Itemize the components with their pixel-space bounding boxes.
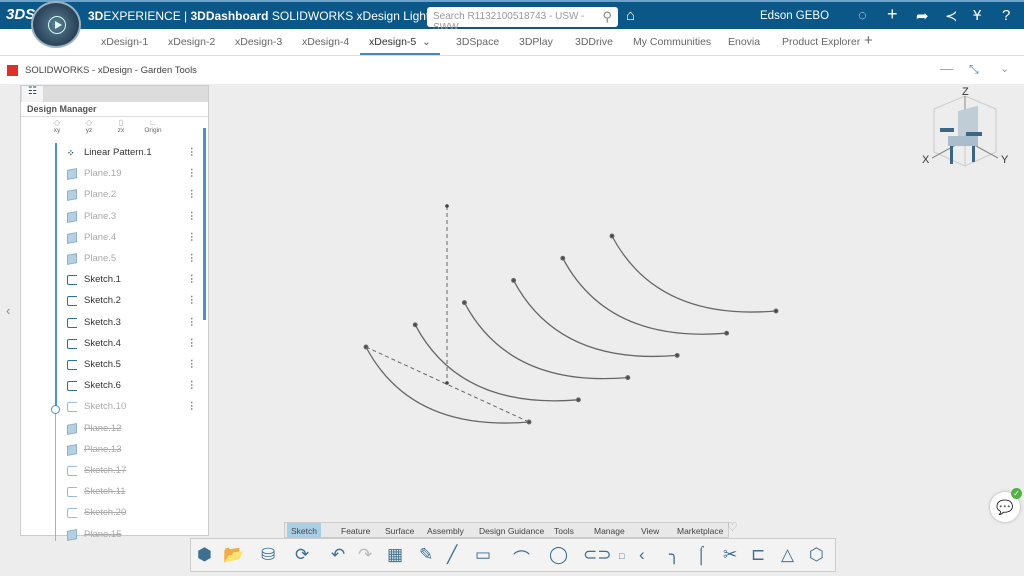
play-icon [48,16,66,34]
command-tabs: Sketch Feature Surface Assembly Design Guida… [284,522,729,538]
sketch-point [412,322,418,328]
rebuild-icon[interactable]: ⟳ [295,545,309,565]
undo-icon[interactable]: ↶ [331,545,345,565]
sketch-arc [365,346,530,424]
polygon-icon[interactable]: ‹ [639,545,645,565]
offset-icon[interactable]: ⊏ [751,545,765,565]
command-tab-feature[interactable]: Feature [341,526,370,536]
open-icon[interactable]: 📂 [223,545,244,565]
circle-icon[interactable]: ◯ [549,545,568,565]
sketch-point [461,300,467,306]
sketch-point [609,233,615,239]
line-icon[interactable]: ╱ [447,545,457,565]
3d-view-icon[interactable]: ⬡ [809,545,824,565]
sketch-point [674,352,680,358]
compass-widget[interactable] [31,1,81,48]
sketch-point [560,255,566,261]
command-tab-manage[interactable]: Manage [594,526,625,536]
sketch-point [445,381,449,385]
fillet-icon[interactable]: ╮ [669,545,679,565]
sketch-arc [513,280,678,358]
command-tab-tools[interactable]: Tools [554,526,574,536]
sketch-arc [562,257,727,335]
sketch-arc [463,302,628,380]
trim-icon[interactable]: ✂ [723,545,737,565]
axis-z-label: Z [962,86,969,98]
axis-y-label: Y [1001,154,1009,166]
new-part-icon[interactable]: ⬢ [197,545,212,565]
grid-icon[interactable]: ▦ [387,545,403,565]
mirror-icon[interactable]: △ [781,545,794,565]
redo-icon[interactable]: ↷ [358,545,372,565]
sketch-icon[interactable]: ✎ [419,545,433,565]
online-check-icon: ✓ [1011,488,1022,499]
view-cube[interactable]: ‹ Z X Y [906,84,1022,174]
arc-icon[interactable]: ⌒ [513,545,530,570]
rectangle-icon[interactable]: ▭ [475,545,491,565]
collapse-toolbar-icon[interactable]: ♡ [727,520,738,534]
sketch-point [625,375,631,381]
save-icon[interactable]: ⛁ [261,545,275,565]
slot-icon[interactable]: ⊂⊃ [583,545,612,565]
sketch-arc [414,324,579,402]
sketch-point [575,397,581,403]
command-tab-surface[interactable]: Surface [385,526,414,536]
point-icon[interactable]: □ [619,551,624,561]
chat-icon: 💬 [996,499,1014,515]
command-tab-assembly[interactable]: Assembly [427,526,464,536]
spline-icon[interactable]: ⌠ [696,545,706,565]
sketch-point [445,204,449,208]
chat-button[interactable]: 💬 ✓ [990,488,1022,522]
sketch-point [773,308,779,314]
command-tab-marketplace[interactable]: Marketplace [677,526,723,536]
axis-x-label: X [922,154,930,166]
sketch-point [724,330,730,336]
command-tab-view[interactable]: View [641,526,659,536]
command-tab-sketch[interactable]: Sketch [287,523,321,538]
command-tab-design-guidance[interactable]: Design Guidance [479,526,544,536]
sketch-geometry[interactable] [0,0,1024,576]
sketch-point [511,277,517,283]
sketch-toolbar: ⬢ 📂 ⛁ ⟳ ↶ ↷ ▦ ✎ ╱ ▭ ⌒ ◯ ⊂⊃ □ ‹ ╮ ⌠ ✂ ⊏ △… [190,538,836,572]
sketch-arc [611,235,777,313]
